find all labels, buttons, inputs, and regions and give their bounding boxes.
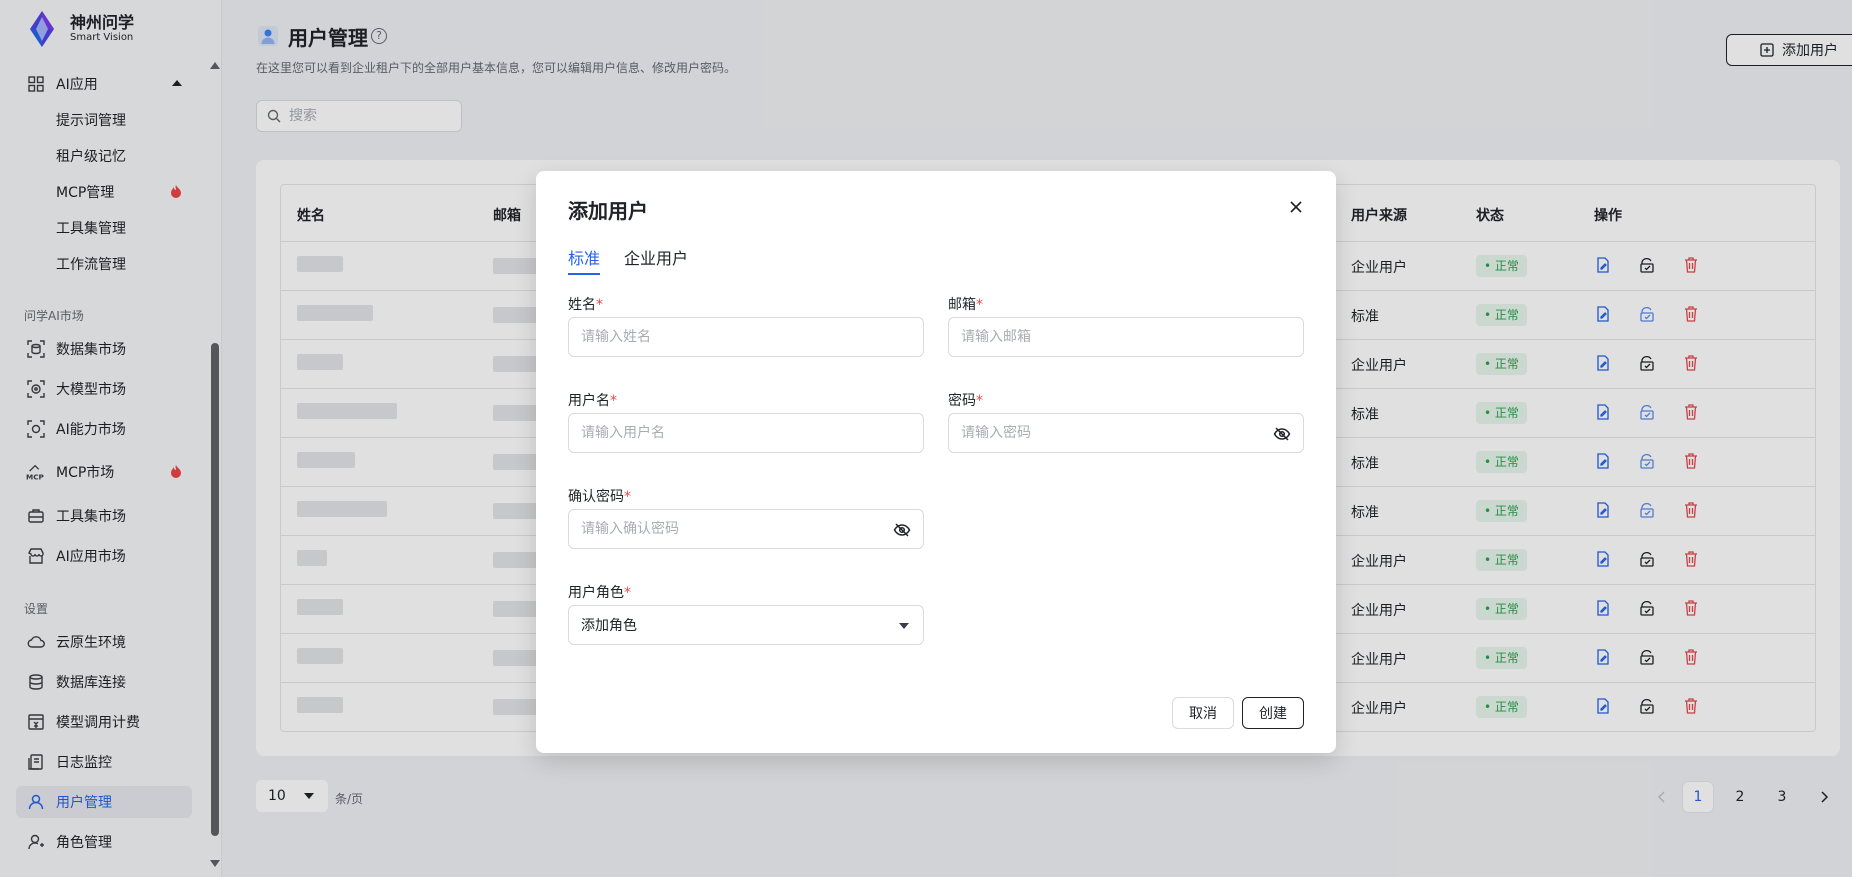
password-input[interactable] <box>961 425 1261 441</box>
role-select[interactable]: 添加角色 <box>568 605 924 645</box>
confirm-password-label: 确认密码* <box>568 489 631 505</box>
name-field[interactable] <box>568 317 924 357</box>
eye-off-icon[interactable] <box>893 521 911 539</box>
eye-off-icon[interactable] <box>1273 425 1291 443</box>
name-input[interactable] <box>581 329 881 345</box>
role-select-value: 添加角色 <box>581 618 637 634</box>
cancel-button[interactable]: 取消 <box>1172 697 1234 729</box>
password-field[interactable] <box>948 413 1304 453</box>
password-label: 密码* <box>948 393 983 409</box>
role-label: 用户角色* <box>568 585 631 601</box>
confirm-password-field[interactable] <box>568 509 924 549</box>
email-field[interactable] <box>948 317 1304 357</box>
tab-indicator <box>568 273 600 275</box>
dialog-title: 添加用户 <box>568 199 648 223</box>
create-button[interactable]: 创建 <box>1242 697 1304 729</box>
chevron-down-icon <box>899 623 909 629</box>
username-label: 用户名* <box>568 393 617 409</box>
username-field[interactable] <box>568 413 924 453</box>
email-label: 邮箱* <box>948 297 983 313</box>
tab-standard[interactable]: 标准 <box>568 245 600 269</box>
add-user-dialog: 添加用户 标准 企业用户 姓名* 邮箱* 用户名* 密码* 确认密码* 用户角色… <box>536 171 1336 753</box>
name-label: 姓名* <box>568 297 603 313</box>
tab-enterprise[interactable]: 企业用户 <box>624 245 688 269</box>
confirm-password-input[interactable] <box>581 521 881 537</box>
email-input[interactable] <box>961 329 1261 345</box>
close-icon[interactable] <box>1286 197 1306 217</box>
username-input[interactable] <box>581 425 881 441</box>
